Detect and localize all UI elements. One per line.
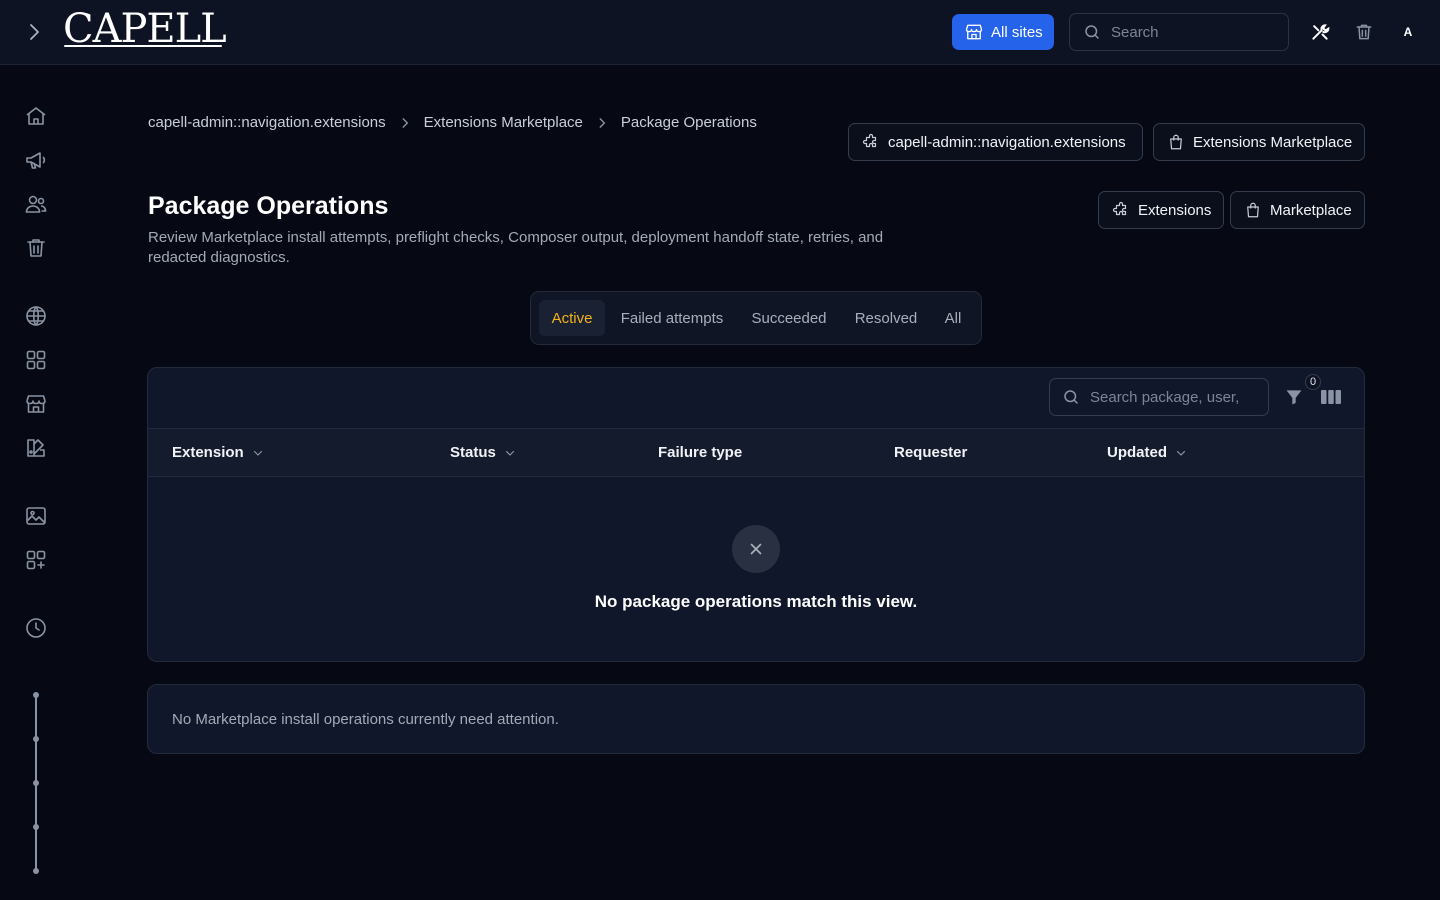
- column-extension-label: Extension: [172, 444, 244, 461]
- tools-icon[interactable]: [1310, 22, 1330, 42]
- filter-count-badge: 0: [1305, 374, 1321, 390]
- marketplace-nav-button[interactable]: Extensions Marketplace: [1153, 123, 1365, 161]
- all-sites-button[interactable]: All sites: [952, 14, 1054, 50]
- timeline-dot[interactable]: [33, 824, 39, 830]
- image-icon[interactable]: [24, 504, 48, 528]
- apps-grid-icon[interactable]: [24, 348, 48, 372]
- store-icon[interactable]: [24, 392, 48, 416]
- column-failure-type: Failure type: [658, 444, 743, 461]
- tab-active[interactable]: Active: [539, 300, 605, 336]
- table-header: Extension Status Failure type Requester …: [148, 428, 1364, 477]
- extensions-nav-button[interactable]: capell-admin::navigation.extensions: [848, 123, 1143, 161]
- status-tabs: Active Failed attempts Succeeded Resolve…: [530, 291, 982, 345]
- column-status[interactable]: Status: [450, 444, 516, 461]
- trash-icon[interactable]: [24, 236, 48, 260]
- empty-state-message: No package operations match this view.: [594, 592, 918, 611]
- home-icon[interactable]: [24, 104, 48, 128]
- store-icon: [964, 22, 984, 42]
- megaphone-icon[interactable]: [24, 148, 48, 172]
- puzzle-icon: [1112, 201, 1130, 219]
- timeline-dot[interactable]: [33, 780, 39, 786]
- globe-icon[interactable]: [24, 304, 48, 328]
- column-updated[interactable]: Updated: [1107, 444, 1187, 461]
- expand-sidebar-chevron-icon[interactable]: [22, 20, 46, 44]
- close-icon: [732, 525, 780, 573]
- chevron-down-icon: [504, 447, 516, 459]
- all-sites-label: All sites: [991, 23, 1043, 41]
- column-status-label: Status: [450, 444, 496, 461]
- column-extension[interactable]: Extension: [172, 444, 264, 461]
- breadcrumb-marketplace[interactable]: Extensions Marketplace: [424, 114, 583, 131]
- palette-icon[interactable]: [24, 436, 48, 460]
- page-title: Package Operations: [148, 192, 389, 220]
- timeline-dot[interactable]: [33, 692, 39, 698]
- marketplace-nav-label: Extensions Marketplace: [1193, 133, 1353, 151]
- chevron-right-icon: [398, 116, 412, 130]
- columns-icon[interactable]: [1321, 389, 1341, 405]
- user-avatar[interactable]: A: [1396, 20, 1420, 44]
- operations-table: 0 Extension Status Failure type Requeste…: [147, 367, 1365, 662]
- filter-icon[interactable]: [1284, 387, 1304, 407]
- attention-notice: No Marketplace install operations curren…: [147, 684, 1365, 754]
- trash-icon[interactable]: [1354, 22, 1374, 42]
- tab-failed-attempts[interactable]: Failed attempts: [611, 300, 733, 336]
- chevron-right-icon: [595, 116, 609, 130]
- extensions-button[interactable]: Extensions: [1098, 191, 1224, 229]
- marketplace-label: Marketplace: [1270, 201, 1352, 219]
- search-icon: [1062, 388, 1080, 406]
- tab-all[interactable]: All: [933, 300, 973, 336]
- add-apps-icon[interactable]: [24, 548, 48, 572]
- table-search[interactable]: [1049, 378, 1269, 416]
- clock-icon[interactable]: [24, 616, 48, 640]
- search-icon: [1083, 23, 1101, 41]
- shopping-bag-icon: [1167, 133, 1185, 151]
- logo-swoosh: [64, 45, 222, 47]
- tab-succeeded[interactable]: Succeeded: [739, 300, 839, 336]
- table-search-input[interactable]: [1090, 388, 1240, 406]
- chevron-down-icon: [1175, 447, 1187, 459]
- chevron-down-icon: [252, 447, 264, 459]
- attention-notice-text: No Marketplace install operations curren…: [172, 711, 559, 728]
- global-search-input[interactable]: [1111, 23, 1261, 41]
- marketplace-button[interactable]: Marketplace: [1230, 191, 1365, 229]
- breadcrumb-current: Package Operations: [620, 114, 757, 131]
- page-description: Review Marketplace install attempts, pre…: [148, 229, 884, 266]
- breadcrumb: capell-admin::navigation.extensions Exte…: [148, 114, 757, 131]
- shopping-bag-icon: [1244, 201, 1262, 219]
- users-icon[interactable]: [24, 192, 48, 216]
- timeline-dot[interactable]: [33, 736, 39, 742]
- extensions-label: Extensions: [1138, 201, 1212, 219]
- tab-resolved[interactable]: Resolved: [845, 300, 927, 336]
- column-updated-label: Updated: [1107, 444, 1167, 461]
- top-bar: CAPELL All sites A: [0, 0, 1440, 65]
- column-requester: Requester: [894, 444, 968, 461]
- extensions-nav-label: capell-admin::navigation.extensions: [888, 133, 1126, 151]
- puzzle-icon: [862, 133, 880, 151]
- timeline-dot[interactable]: [33, 868, 39, 874]
- breadcrumb-extensions[interactable]: capell-admin::navigation.extensions: [148, 114, 386, 131]
- global-search[interactable]: [1069, 13, 1289, 51]
